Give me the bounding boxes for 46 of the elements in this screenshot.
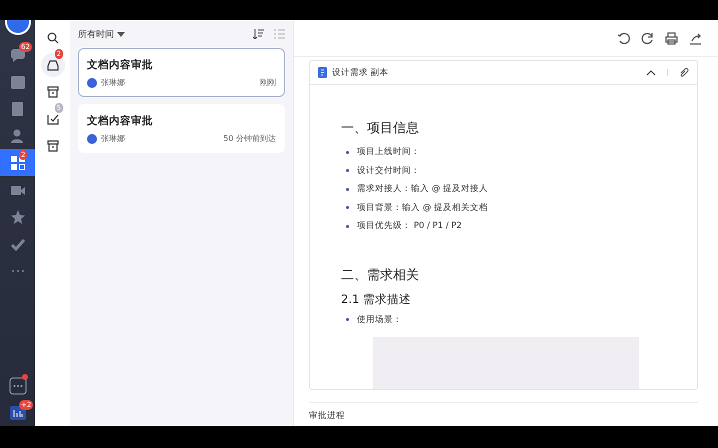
arrival-time: 50 分钟前到达 bbox=[223, 133, 276, 144]
share-icon[interactable] bbox=[689, 32, 702, 44]
tray-icon bbox=[46, 86, 58, 98]
bullet-icon bbox=[346, 224, 349, 228]
approval-card[interactable]: 文档内容审批 张琳娜 刚刚 bbox=[78, 48, 285, 97]
avatar[interactable] bbox=[4, 20, 30, 35]
bullet-icon bbox=[346, 188, 349, 191]
refresh-icon[interactable] bbox=[641, 32, 654, 44]
bullet-icon bbox=[346, 318, 349, 322]
time-filter-dropdown[interactable]: 所有时间 bbox=[78, 28, 125, 40]
list-item: 设计交付时间： bbox=[357, 164, 420, 177]
bullet-icon bbox=[346, 206, 349, 210]
print-icon[interactable] bbox=[665, 32, 678, 44]
search-icon bbox=[46, 32, 58, 44]
bullet-icon bbox=[346, 150, 349, 154]
star-icon bbox=[10, 208, 26, 224]
tray-icon bbox=[46, 140, 58, 152]
section-label: 审批进程 bbox=[309, 411, 346, 422]
list-item: 项目背景：输入 @ 提及相关文档 bbox=[357, 202, 488, 214]
sender-name: 张琳娜 bbox=[101, 133, 125, 144]
sender-name: 张琳娜 bbox=[101, 77, 125, 88]
inbox-icon bbox=[46, 59, 58, 71]
list-item: 项目优先级： P0 / P1 / P2 bbox=[357, 220, 462, 232]
section-heading: 一、项目信息 bbox=[341, 120, 420, 137]
list-item: 使用场景： bbox=[357, 314, 402, 326]
subsection-heading: 2.1 需求描述 bbox=[341, 292, 412, 306]
arrival-time: 刚刚 bbox=[260, 77, 276, 88]
card-title: 文档内容审批 bbox=[87, 114, 154, 128]
list-item: 项目上线时间： bbox=[357, 146, 420, 158]
document-title: 设计需求 副本 bbox=[332, 66, 389, 78]
caret-icon bbox=[117, 32, 125, 36]
card-title: 文档内容审批 bbox=[87, 58, 154, 72]
bullet-icon bbox=[346, 169, 349, 172]
sort-icon[interactable] bbox=[253, 29, 264, 39]
more-icon bbox=[8, 376, 26, 394]
collapse-icon[interactable] bbox=[646, 70, 656, 76]
avatar bbox=[87, 134, 97, 144]
checklist-icon bbox=[46, 113, 58, 125]
section-heading: 二、需求相关 bbox=[341, 266, 420, 284]
undo-icon[interactable] bbox=[617, 32, 630, 44]
bar-chart-icon bbox=[10, 406, 26, 420]
approval-card[interactable]: 文档内容审批 张琳娜 50 分钟前到达 bbox=[78, 104, 285, 153]
avatar bbox=[87, 78, 97, 88]
contacts-icon bbox=[10, 128, 26, 144]
document-icon bbox=[318, 67, 327, 78]
list-item: 需求对接人：输入 @ 提及对接人 bbox=[357, 183, 488, 196]
